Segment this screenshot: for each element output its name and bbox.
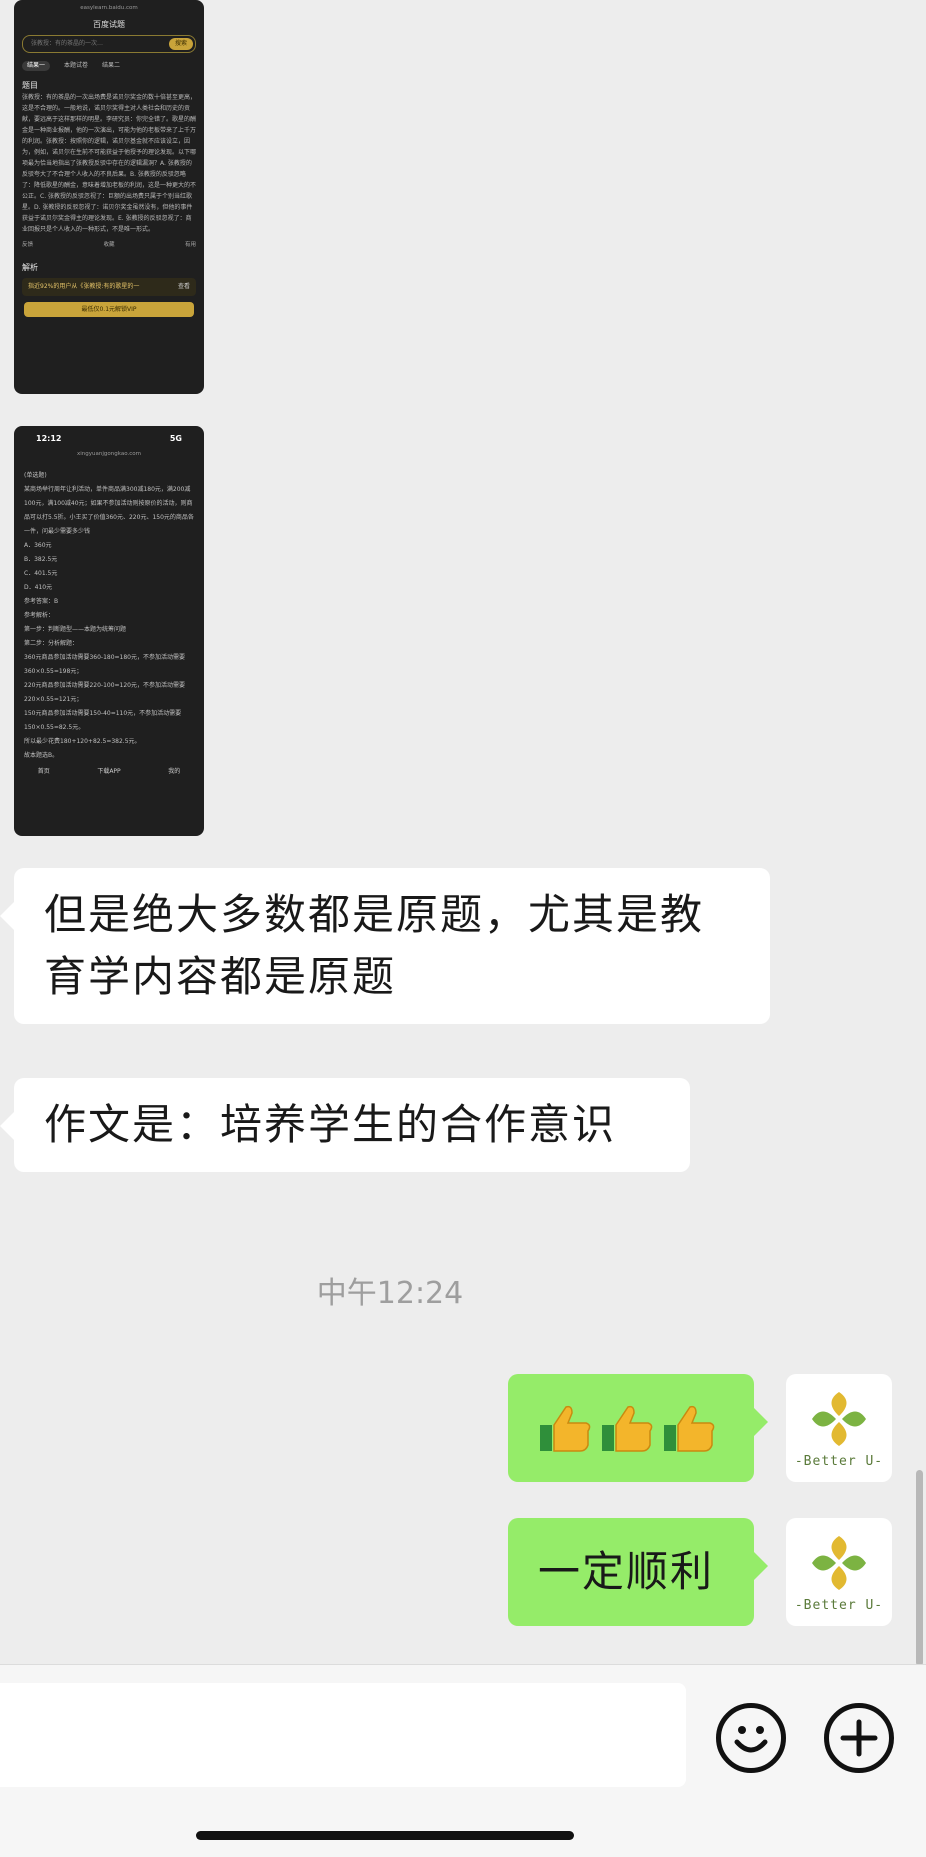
thumb-line: A．360元 bbox=[24, 542, 52, 549]
thumb-url: xingyuanjgongkao.com bbox=[77, 450, 141, 457]
thumb-signal: 5G bbox=[169, 434, 182, 443]
incoming-message[interactable]: 但是绝大多数都是原题，尤其是教育学内容都是原题 bbox=[0, 868, 770, 1024]
feedback-label: 反馈 bbox=[22, 242, 34, 248]
thumb-line: 150元商品参加活动需要150-40=110元，不参加活动需要150×0.55=… bbox=[24, 710, 182, 731]
thumb-title: 百度试题 bbox=[93, 19, 125, 29]
thumb-line: B．382.5元 bbox=[24, 556, 58, 563]
thumb-line: 第二步：分析解题： bbox=[24, 640, 79, 647]
image-message-1[interactable]: easylearn.baidu.com 百度试题 张教授：有的茶晶的一次… 搜索… bbox=[14, 0, 204, 394]
home-indicator[interactable] bbox=[196, 1831, 574, 1840]
thumb-nav: 首页 下载APP 我的 bbox=[14, 763, 204, 781]
avatar[interactable]: -Better U- bbox=[786, 1374, 892, 1482]
thumb-vip-button: 最低仅0.1元解锁VIP bbox=[24, 301, 194, 317]
thumb-search-button: 搜索 bbox=[168, 38, 193, 50]
thumbs-up-icon bbox=[540, 1405, 591, 1452]
message-text: 但是绝大多数都是原题，尤其是教育学内容都是原题 bbox=[44, 890, 705, 1001]
thumb-statusbar: 12:12 5G bbox=[14, 426, 204, 444]
thumb-line: 360元商品参加活动需要360-180=180元，不参加活动需要360×0.55… bbox=[24, 654, 186, 675]
incoming-message[interactable]: 作文是：培养学生的合作意识 bbox=[0, 1078, 690, 1172]
thumb-question-heading: 题目 bbox=[22, 80, 38, 90]
scrollbar[interactable] bbox=[916, 1470, 923, 1666]
thumb-line: D．410元 bbox=[24, 584, 53, 591]
avatar[interactable]: -Better U- bbox=[786, 1518, 892, 1626]
thumb-question-text: 张教授：有的茶晶的一次出场费是诺贝尔奖金的数十倍甚至更高，这是不合理的。一般地说… bbox=[22, 94, 197, 233]
thumb-nav-mine: 我的 bbox=[168, 768, 181, 775]
thumb-line: 参考答案：B bbox=[24, 598, 59, 605]
collect-label: 收藏 bbox=[103, 242, 115, 248]
thumb-tab: 结果一 bbox=[22, 61, 51, 71]
thumb-ad-text: 指近92%的用户从《张教授:有的歌星的一 bbox=[28, 283, 140, 290]
thumb-nav-download: 下载APP bbox=[97, 768, 121, 775]
message-text: 一定顺利 bbox=[538, 1547, 715, 1596]
thumb-line: 故本题选B。 bbox=[24, 752, 59, 759]
logo-icon bbox=[812, 1391, 866, 1446]
thumb-searchbar: 张教授：有的茶晶的一次… 搜索 bbox=[22, 35, 196, 53]
thumb-line: (单选题) bbox=[24, 472, 47, 479]
thumb-url: easylearn.baidu.com bbox=[80, 5, 138, 11]
thumb-time: 12:12 bbox=[36, 434, 62, 443]
outgoing-message[interactable] bbox=[508, 1374, 768, 1482]
plus-icon[interactable] bbox=[824, 1703, 894, 1773]
message-input[interactable] bbox=[0, 1683, 686, 1787]
thumb-line: 220元商品参加活动需要220-100=120元，不参加活动需要220×0.55… bbox=[24, 682, 186, 703]
thumb-tab: 本题试卷 bbox=[64, 62, 89, 69]
thumb-ad-more: 查看 bbox=[177, 283, 190, 290]
thumb-analysis-heading: 解析 bbox=[22, 262, 38, 272]
emoji-icon[interactable] bbox=[716, 1703, 786, 1773]
avatar-caption: -Better U- bbox=[794, 1597, 884, 1613]
thumb-ad: 指近92%的用户从《张教授:有的歌星的一 查看 bbox=[22, 278, 196, 296]
thumb-line: 参考解析： bbox=[24, 612, 55, 619]
thumbs-up-icon bbox=[664, 1405, 715, 1452]
thumb-tabs: 结果一 本题试卷 结果二 bbox=[14, 57, 204, 75]
thumb-nav-home: 首页 bbox=[37, 768, 50, 775]
thumb-line: 第一步：判断题型——本题为统筹问题 bbox=[24, 626, 127, 633]
message-timestamp: 中午12:24 bbox=[316, 1276, 464, 1311]
outgoing-message[interactable]: 一定顺利 bbox=[508, 1518, 768, 1626]
message-text: 作文是：培养学生的合作意识 bbox=[44, 1100, 617, 1149]
thumbs-up-icon bbox=[602, 1405, 653, 1452]
thumb-line: 所以最少花费180+120+82.5=382.5元。 bbox=[24, 738, 141, 745]
image-message-2[interactable]: 12:12 5G xingyuanjgongkao.com (单选题) 某商场举… bbox=[14, 426, 204, 836]
thumb-search-placeholder: 张教授：有的茶晶的一次… bbox=[31, 40, 104, 48]
input-bar bbox=[0, 1664, 926, 1857]
thumb-tab: 结果二 bbox=[102, 62, 121, 69]
thumb-line: C．401.5元 bbox=[24, 570, 58, 577]
avatar-caption: -Better U- bbox=[794, 1453, 884, 1469]
logo-icon bbox=[812, 1535, 866, 1590]
thumb-line: 某商场举行周年让利活动，单件商品满300减180元，满200减100元，满100… bbox=[24, 486, 194, 535]
useful-label: 有用 bbox=[184, 242, 196, 248]
thumb-actions: 反馈 收藏 有用 bbox=[14, 235, 204, 257]
